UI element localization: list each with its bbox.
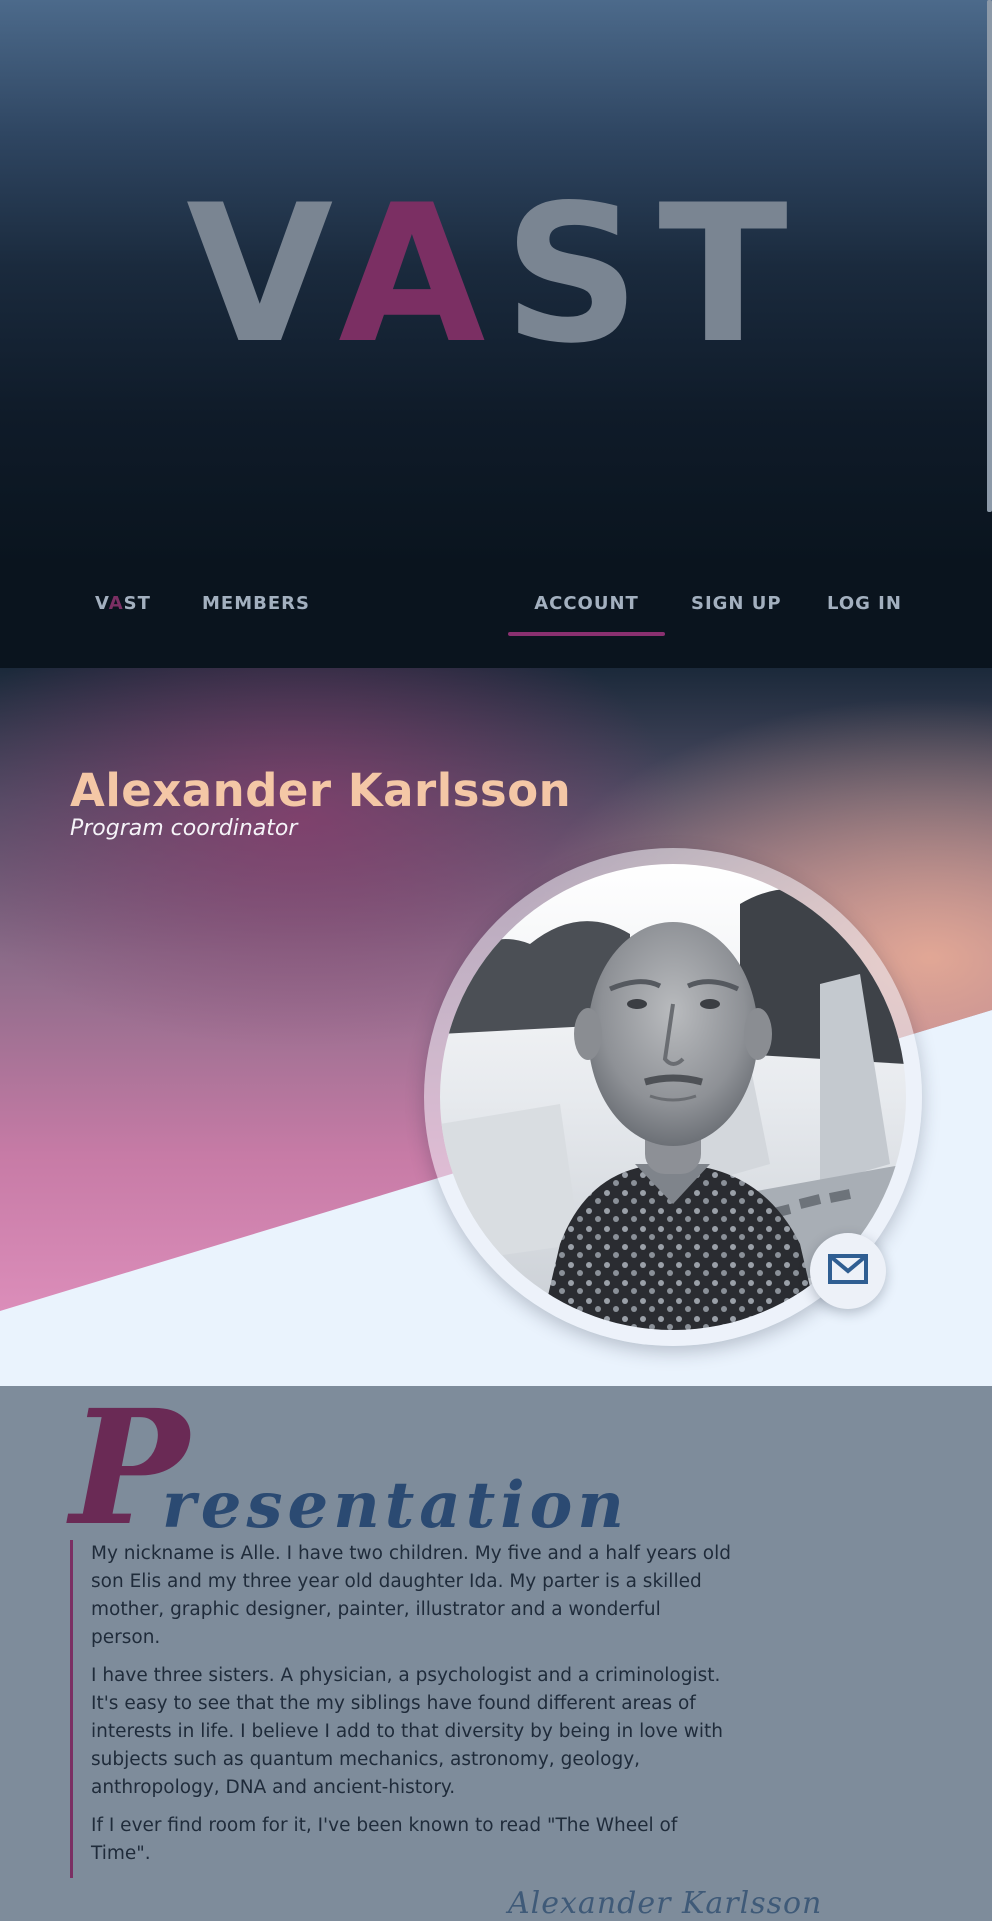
hero-logo-a: A xyxy=(338,164,504,385)
nav-members-link[interactable]: MEMBERS xyxy=(202,593,310,633)
scrollbar-thumb[interactable] xyxy=(987,0,992,512)
presentation-body: My nickname is Alle. I have two children… xyxy=(70,1540,731,1878)
presentation-heading-rest: resentation xyxy=(162,1467,629,1543)
nav-brand-a: A xyxy=(108,593,124,614)
nav-account-link[interactable]: ACCOUNT xyxy=(508,593,665,636)
profile-role: Program coordinator xyxy=(70,816,298,841)
hero-banner: VAST VAST MEMBERS ACCOUNT SIGN UP LOG IN xyxy=(0,0,992,668)
signature: Alexander Karlsson xyxy=(508,1886,823,1921)
presentation-section: P resentation My nickname is Alle. I hav… xyxy=(0,1386,992,1921)
mail-icon xyxy=(828,1253,868,1289)
nav-signup-link[interactable]: SIGN UP xyxy=(691,593,782,633)
profile-name: Alexander Karlsson xyxy=(70,764,572,817)
hero-logo-v: V xyxy=(186,164,339,385)
nav-brand-link[interactable]: VAST xyxy=(95,593,151,633)
presentation-paragraph: If I ever find room for it, I've been kn… xyxy=(91,1815,678,1864)
nav-login-link[interactable]: LOG IN xyxy=(827,593,902,633)
nav-brand-st: ST xyxy=(123,593,151,614)
main-nav: VAST MEMBERS ACCOUNT SIGN UP LOG IN xyxy=(0,575,992,649)
hero-logo: VAST xyxy=(0,180,992,370)
profile-section: Alexander Karlsson Program coordinator xyxy=(0,668,992,1386)
presentation-paragraph: My nickname is Alle. I have two children… xyxy=(91,1543,731,1648)
nav-brand-v: V xyxy=(95,593,109,614)
mail-button[interactable] xyxy=(810,1233,886,1309)
hero-logo-st: ST xyxy=(503,164,806,385)
presentation-paragraph: I have three sisters. A physician, a psy… xyxy=(91,1665,723,1798)
